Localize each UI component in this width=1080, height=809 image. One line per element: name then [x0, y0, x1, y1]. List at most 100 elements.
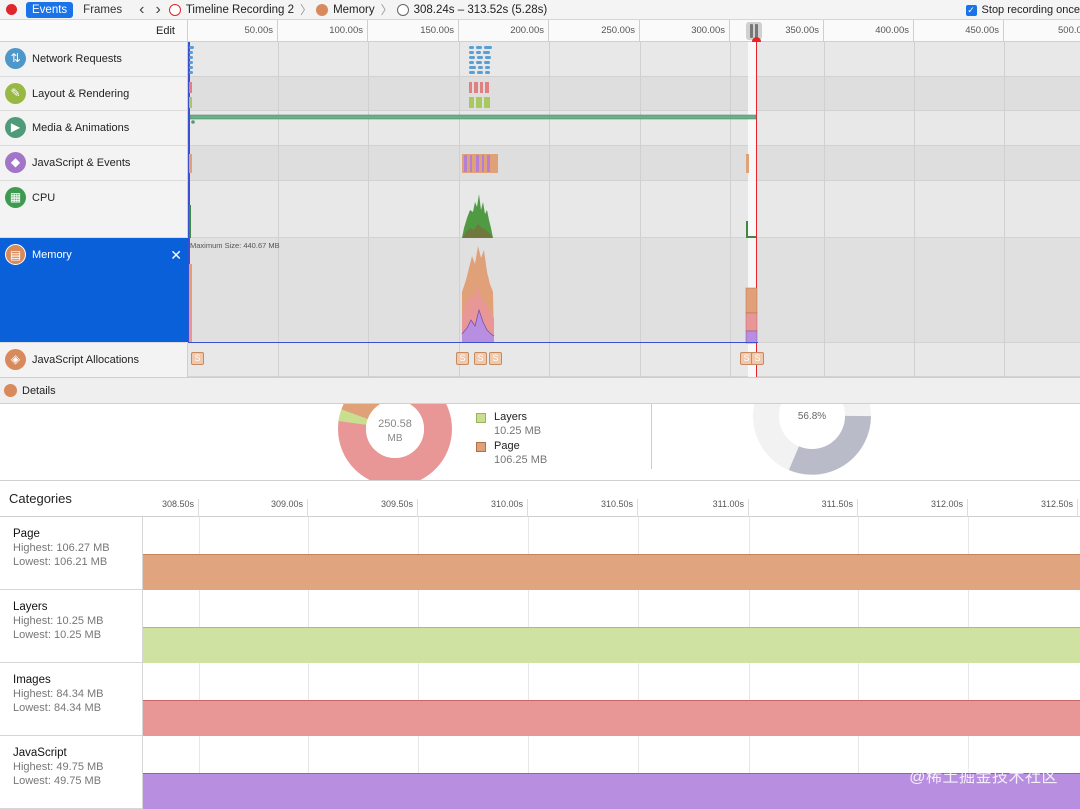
- sidebar-item-label: CPU: [32, 192, 56, 204]
- top-toolbar: Events Frames ‹ › Timeline Recording 2 〉…: [0, 0, 1080, 20]
- category-tick: 312.50s: [1018, 499, 1078, 517]
- category-tick: 309.50s: [358, 499, 418, 517]
- category-highest: Highest: 49.75 MB: [13, 761, 104, 773]
- allocation-snapshot-marker[interactable]: S: [489, 352, 502, 365]
- sidebar-item-media-animations[interactable]: ▶ Media & Animations: [0, 111, 188, 146]
- category-label: Images Highest: 84.34 MB Lowest: 84.34 M…: [0, 663, 143, 736]
- cpu-icon: ▦: [5, 187, 26, 208]
- stop-recording-label: Stop recording once: [981, 4, 1080, 16]
- allocation-snapshot-marker[interactable]: S: [751, 352, 764, 365]
- ruler-tick: 350.00s: [764, 20, 824, 42]
- category-name: Images: [13, 674, 51, 686]
- breadcrumb-range-label: 308.24s – 313.52s (5.28s): [413, 3, 548, 16]
- layout-marks: [189, 82, 490, 108]
- sidebar-item-cpu[interactable]: ▦ CPU: [0, 181, 188, 238]
- categories-header: Categories 308.50s 309.00s 309.50s 310.0…: [0, 481, 1080, 517]
- legend-value: 106.25 MB: [494, 454, 548, 466]
- category-lowest: Lowest: 106.21 MB: [13, 556, 108, 568]
- category-name: JavaScript: [13, 747, 67, 759]
- category-lowest: Lowest: 84.34 MB: [13, 702, 102, 714]
- memory-pressure-gauge: 56.8%: [753, 404, 871, 475]
- cube-icon: ◈: [5, 349, 26, 370]
- network-icon: ⇅: [5, 48, 26, 69]
- forward-arrow-icon[interactable]: ›: [155, 1, 160, 18]
- paintbrush-icon: ✎: [5, 83, 26, 104]
- script-icon: ◆: [5, 152, 26, 173]
- sidebar-item-javascript-events[interactable]: ◆ JavaScript & Events: [0, 146, 188, 181]
- legend-name: Layers: [494, 411, 528, 423]
- cpu-marks: [189, 194, 756, 238]
- ruler-tick: 450.00s: [944, 20, 1004, 42]
- sidebar-item-label: Memory: [32, 249, 72, 261]
- donut-center-value: 250.58: [378, 418, 412, 430]
- sidebar-item-memory[interactable]: ▤ Memory ✕: [0, 238, 188, 343]
- sidebar-item-layout-rendering[interactable]: ✎ Layout & Rendering: [0, 77, 188, 111]
- chevron-right-icon: 〉: [300, 3, 313, 17]
- pressure-percent: 56.8%: [798, 411, 826, 422]
- category-label: Layers Highest: 10.25 MB Lowest: 10.25 M…: [0, 590, 143, 663]
- network-request-marks: [189, 46, 492, 74]
- memory-overview: 250.58 MB Layers 10.25 MB Page 106.25 MB…: [0, 404, 1080, 481]
- category-bar-layers: [143, 627, 1080, 663]
- details-label: Details: [22, 384, 56, 397]
- details-bar[interactable]: Details: [0, 377, 1080, 404]
- category-lowest: Lowest: 10.25 MB: [13, 629, 102, 641]
- category-row-layers[interactable]: Layers Highest: 10.25 MB Lowest: 10.25 M…: [0, 590, 1080, 663]
- record-button[interactable]: [6, 4, 17, 15]
- edit-button[interactable]: Edit: [0, 20, 188, 42]
- timeline-sidebar: ⇅ Network Requests ✎ Layout & Rendering …: [0, 42, 188, 377]
- category-bar-page: [143, 554, 1080, 590]
- allocation-snapshot-marker[interactable]: S: [456, 352, 469, 365]
- legend-swatch: [476, 442, 486, 452]
- sidebar-item-javascript-allocations[interactable]: ◈ JavaScript Allocations: [0, 343, 188, 377]
- handle-grip: [750, 24, 753, 38]
- stop-recording-checkbox[interactable]: ✓ Stop recording once: [965, 0, 1080, 20]
- close-icon[interactable]: ✕: [170, 247, 182, 264]
- camera-icon: ▶: [5, 117, 26, 138]
- category-name: Layers: [13, 601, 48, 613]
- legend-name: Page: [494, 440, 520, 452]
- sidebar-item-label: Network Requests: [32, 53, 122, 65]
- category-label: JavaScript Highest: 49.75 MB Lowest: 49.…: [0, 736, 143, 809]
- memory-icon: [4, 384, 17, 397]
- breadcrumb-memory-label: Memory: [333, 3, 375, 16]
- breadcrumb-memory[interactable]: Memory 〉: [316, 1, 393, 18]
- allocation-snapshot-marker[interactable]: S: [191, 352, 204, 365]
- sidebar-item-label: JavaScript Allocations: [32, 354, 139, 366]
- ruler-tick: 150.00s: [399, 20, 459, 42]
- category-highest: Highest: 106.27 MB: [13, 542, 110, 554]
- javascript-marks: [189, 154, 749, 173]
- category-label: Page Highest: 106.27 MB Lowest: 106.21 M…: [0, 517, 143, 590]
- category-bar-images: [143, 700, 1080, 736]
- ruler-tick: 500.0: [1058, 25, 1080, 36]
- category-tick: 311.50s: [798, 499, 858, 517]
- legend-value: 10.25 MB: [494, 425, 542, 437]
- memory-breakdown-donut: 250.58 MB: [338, 404, 452, 480]
- ruler-tick: 100.00s: [308, 20, 368, 42]
- ruler-tick: 250.00s: [580, 20, 640, 42]
- category-tick: 312.00s: [908, 499, 968, 517]
- breadcrumb-range[interactable]: 308.24s – 313.52s (5.28s): [396, 3, 548, 16]
- legend-swatch: [476, 413, 486, 423]
- chevron-right-icon: 〉: [380, 3, 393, 17]
- clock-icon: [396, 3, 409, 16]
- tab-frames[interactable]: Frames: [77, 2, 128, 18]
- sidebar-item-network-requests[interactable]: ⇅ Network Requests: [0, 42, 188, 77]
- memory-icon: ▤: [5, 244, 26, 265]
- donut-center-unit: MB: [388, 433, 403, 444]
- ruler-tick: 400.00s: [854, 20, 914, 42]
- allocation-snapshot-marker[interactable]: S: [474, 352, 487, 365]
- overview-divider: [651, 404, 652, 469]
- timeline-ruler[interactable]: Edit 50.00s 100.00s 150.00s 200.00s 250.…: [0, 20, 1080, 46]
- track-marks: Maximum Size: 440.67 MB: [188, 46, 758, 344]
- breadcrumb-recording[interactable]: Timeline Recording 2 〉: [168, 1, 313, 18]
- back-arrow-icon[interactable]: ‹: [139, 1, 144, 18]
- category-row-images[interactable]: Images Highest: 84.34 MB Lowest: 84.34 M…: [0, 663, 1080, 736]
- timeline-tracks[interactable]: Maximum Size: 440.67 MB S S S S S S: [188, 42, 1080, 377]
- category-row-page[interactable]: Page Highest: 106.27 MB Lowest: 106.21 M…: [0, 517, 1080, 590]
- watermark: @稀土掘金技术社区: [909, 769, 1058, 786]
- category-tick: 311.00s: [689, 499, 749, 517]
- category-highest: Highest: 10.25 MB: [13, 615, 104, 627]
- tab-events[interactable]: Events: [26, 1, 74, 18]
- handle-grip: [755, 24, 758, 38]
